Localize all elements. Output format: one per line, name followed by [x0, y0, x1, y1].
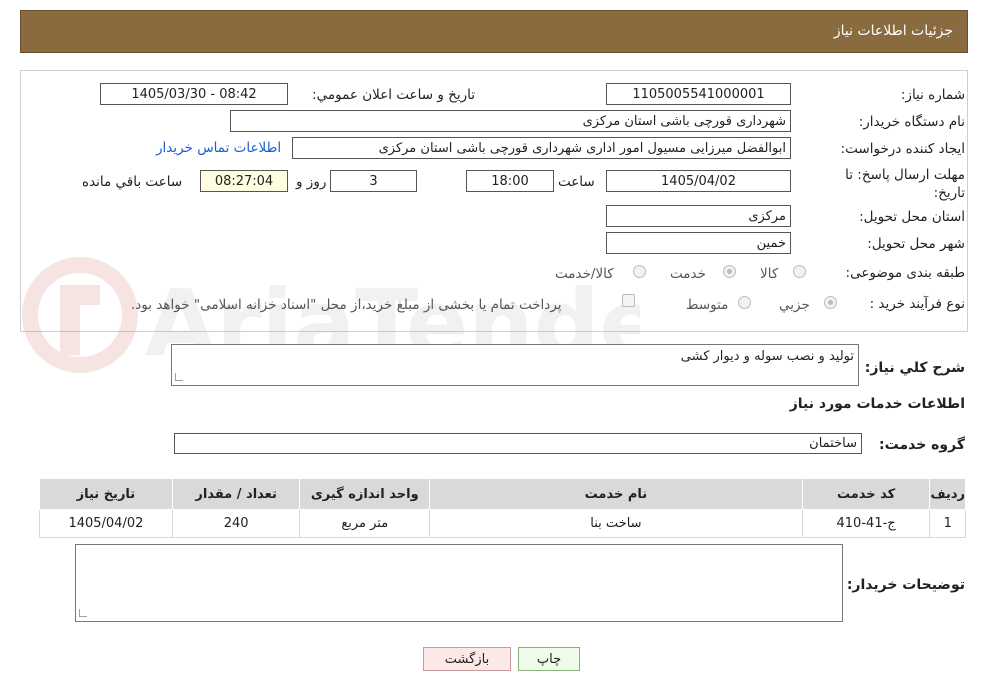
- process-minor-label: جزیي: [779, 297, 810, 313]
- cell-unit: متر مربع: [299, 509, 431, 538]
- creator-field: ابوالفضل میرزایی مسیول امور اداری شهردار…: [292, 137, 791, 159]
- buyer-notes-label: توضیحات خریدار:: [846, 577, 965, 593]
- col-service-name: نام خدمت: [429, 478, 803, 510]
- province-label: استان محل تحویل:: [859, 209, 965, 225]
- category-service-label: خدمت: [670, 266, 706, 282]
- process-minor-radio[interactable]: [824, 296, 837, 309]
- cell-quantity: 240: [171, 509, 301, 538]
- category-goods-service-label: کالا/خدمت: [555, 266, 614, 282]
- buyer-org-label: نام دستگاه خریدار:: [858, 114, 965, 130]
- col-row: ردیف: [929, 478, 966, 510]
- table-header-row: ردیف کد خدمت نام خدمت واحد اندازه گیری ت…: [39, 478, 966, 510]
- service-group-field: ساختمان: [174, 433, 862, 454]
- city-label: شهر محل تحویل:: [867, 236, 965, 252]
- buyer-contact-link[interactable]: اطلاعات تماس خریدار: [156, 140, 281, 156]
- cell-row: 1: [929, 509, 966, 538]
- days-field: 3: [330, 170, 417, 192]
- resize-handle-icon[interactable]: [79, 609, 87, 617]
- treasury-payment-note: پرداخت تمام یا بخشی از مبلغ خرید،از محل …: [131, 297, 562, 313]
- summary-textarea[interactable]: تولید و نصب سوله و دیوار کشی: [171, 344, 859, 386]
- services-title: اطلاعات خدمات مورد نیاز: [789, 396, 965, 412]
- city-field: خمین: [606, 232, 791, 254]
- cell-need-date: 1405/04/02: [39, 509, 173, 538]
- cell-service-name: ساخت بنا: [429, 509, 803, 538]
- process-medium-label: متوسط: [686, 297, 729, 313]
- print-button[interactable]: چاپ: [518, 647, 580, 671]
- province-field: مرکزی: [606, 205, 791, 227]
- summary-label: شرح کلي نیاز:: [864, 360, 965, 376]
- col-quantity: تعداد / مقدار: [171, 478, 301, 510]
- services-table: ردیف کد خدمت نام خدمت واحد اندازه گیری ت…: [39, 478, 966, 538]
- announce-label: تاریخ و ساعت اعلان عمومي:: [312, 87, 475, 103]
- service-group-label: گروه خدمت:: [879, 437, 965, 453]
- category-goods-service-radio[interactable]: [633, 265, 646, 278]
- category-service-radio[interactable]: [723, 265, 736, 278]
- category-label: طبقه بندی موضوعی:: [845, 265, 965, 281]
- buyer-org-field: شهرداری قورچی باشی استان مرکزی: [230, 110, 791, 132]
- remaining-time-field: 08:27:04: [200, 170, 288, 192]
- need-number-label: شماره نیاز:: [900, 87, 965, 103]
- page-header: جزئیات اطلاعات نیاز: [20, 10, 968, 53]
- table-row: 1 ج-41-410 ساخت بنا متر مربع 240 1405/04…: [39, 509, 966, 538]
- process-medium-radio[interactable]: [738, 296, 751, 309]
- creator-label: ایجاد کننده درخواست:: [840, 141, 965, 157]
- resize-handle-icon[interactable]: [175, 373, 183, 381]
- col-service-code: کد خدمت: [801, 478, 931, 510]
- summary-text: تولید و نصب سوله و دیوار کشی: [680, 349, 854, 364]
- page-title: جزئیات اطلاعات نیاز: [833, 23, 953, 39]
- deadline-time-label: ساعت: [558, 174, 595, 190]
- cell-service-code: ج-41-410: [801, 509, 931, 538]
- announce-field: 1405/03/30 - 08:42: [100, 83, 288, 105]
- treasury-payment-checkbox[interactable]: [622, 294, 635, 307]
- category-goods-label: کالا: [760, 266, 779, 282]
- remaining-label: ساعت باقي مانده: [82, 174, 183, 190]
- col-need-date: تاریخ نیاز: [39, 478, 173, 510]
- back-button[interactable]: بازگشت: [423, 647, 511, 671]
- need-number-field: 1105005541000001: [606, 83, 791, 105]
- category-goods-radio[interactable]: [793, 265, 806, 278]
- process-label: نوع فرآیند خرید :: [869, 296, 965, 312]
- days-label: روز و: [296, 174, 327, 190]
- deadline-label: مهلت ارسال پاسخ: تا تاریخ:: [845, 167, 965, 201]
- deadline-date-field: 1405/04/02: [606, 170, 791, 192]
- col-unit: واحد اندازه گیری: [299, 478, 431, 510]
- deadline-time-field: 18:00: [466, 170, 554, 192]
- buyer-notes-textarea[interactable]: [75, 544, 843, 622]
